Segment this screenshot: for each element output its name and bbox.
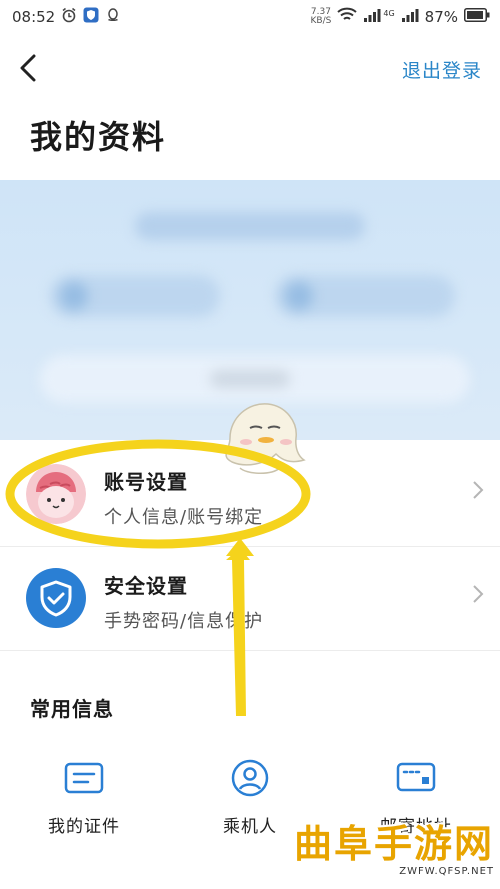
status-left: 08:52: [12, 7, 121, 27]
chevron-left-icon: [20, 54, 36, 82]
address-card-icon: [396, 762, 436, 792]
common-info-title: 常用信息: [30, 697, 114, 721]
status-right: 7.37 KB/S 4G 87%: [311, 7, 490, 27]
net-speed: 7.37 KB/S: [311, 8, 332, 26]
watermark-title: 曲阜手游网: [293, 822, 494, 866]
network-type: 4G: [383, 8, 395, 18]
site-watermark: 曲阜手游网 ZWFW.QFSP.NET: [279, 813, 494, 885]
blurred-stat-dot-right: [285, 282, 313, 310]
divider: [0, 650, 500, 651]
battery-percent: 87%: [424, 8, 458, 26]
signal-icon: [363, 7, 381, 27]
blurred-stat-dot-left: [60, 282, 88, 310]
my-id-label: 我的证件: [48, 817, 120, 837]
id-card-icon: [64, 762, 104, 794]
account-settings-subtitle: 个人信息/账号绑定: [104, 507, 264, 528]
chevron-right-icon: [473, 481, 484, 499]
wifi-icon: [337, 7, 358, 27]
account-settings-row[interactable]: 账号设置 个人信息/账号绑定: [0, 442, 500, 546]
shield-icon: [26, 568, 86, 628]
account-settings-title: 账号设置: [104, 470, 188, 494]
battery-icon: [464, 8, 490, 26]
blurred-username: [135, 212, 365, 240]
qq-icon: [105, 7, 121, 27]
my-id-shortcut[interactable]: 我的证件: [14, 762, 154, 852]
blurred-action-text: [210, 370, 290, 388]
status-time: 08:52: [12, 8, 56, 26]
alarm-icon: [61, 7, 77, 27]
avatar: [26, 464, 86, 524]
chevron-right-icon: [473, 585, 484, 603]
passenger-icon: [231, 759, 269, 797]
security-settings-title: 安全设置: [104, 574, 188, 598]
logout-link[interactable]: 退出登录: [402, 56, 482, 83]
back-button[interactable]: [10, 50, 46, 86]
page-title: 我的资料: [30, 118, 167, 156]
account-settings-text: 账号设置 个人信息/账号绑定: [104, 466, 263, 529]
signal-icon-2: [401, 7, 419, 27]
status-bar: 08:52 7.37 KB/S 4G 87%: [0, 0, 500, 34]
passenger-label: 乘机人: [223, 817, 277, 837]
security-settings-subtitle: 手势密码/信息保护: [104, 611, 264, 632]
shield-app-icon: [83, 7, 99, 27]
net-speed-unit: KB/S: [310, 16, 332, 26]
security-settings-row[interactable]: 安全设置 手势密码/信息保护: [0, 546, 500, 650]
security-settings-text: 安全设置 手势密码/信息保护: [104, 570, 263, 633]
